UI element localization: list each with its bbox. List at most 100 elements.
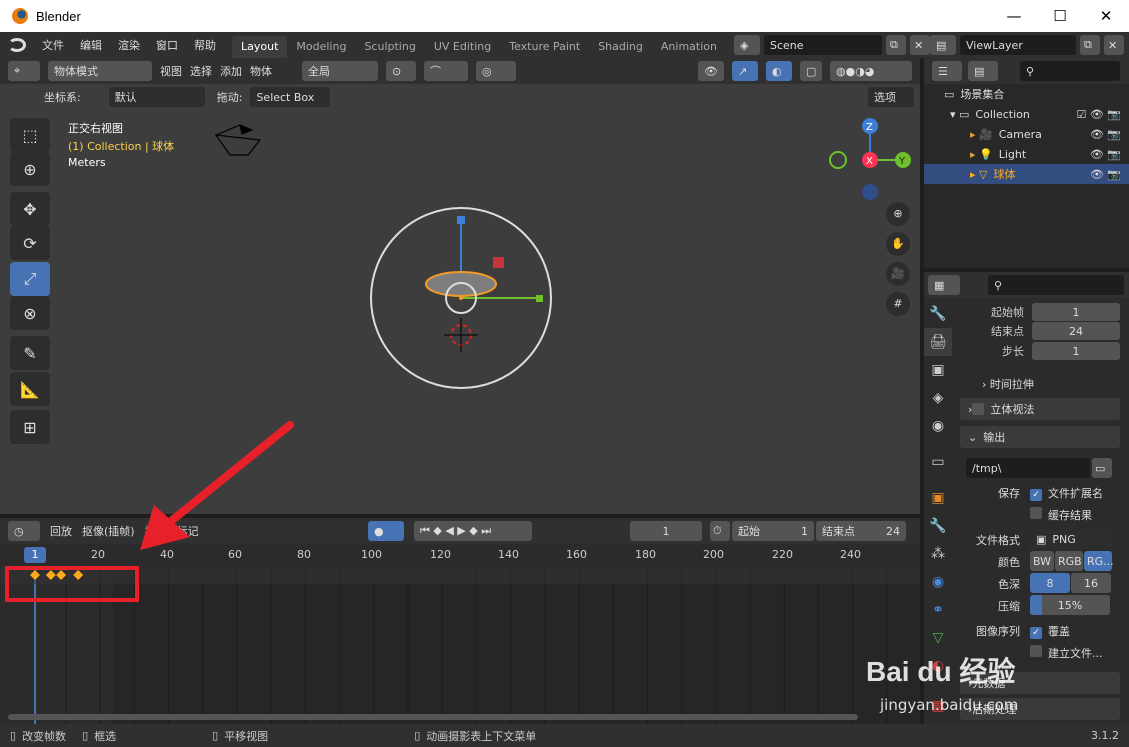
outliner-search[interactable]: ⚲ bbox=[1020, 61, 1120, 81]
outliner-row-collection[interactable]: ▾ ▭ Collection ☑ 👁 📷 bbox=[924, 104, 1129, 124]
sphere-toggles-icon[interactable]: 👁 📷 bbox=[1090, 168, 1121, 181]
outliner-row-camera[interactable]: ▸ 🎥 Camera 👁 📷 bbox=[924, 124, 1129, 144]
menu-select[interactable]: 选择 bbox=[190, 63, 212, 79]
overwrite-checkbox[interactable]: ✓ bbox=[1030, 627, 1042, 639]
color-rgb-button[interactable]: RGB bbox=[1055, 551, 1083, 571]
coord-select[interactable]: 默认 bbox=[108, 87, 205, 107]
drag-select[interactable]: Select Box bbox=[250, 87, 331, 107]
viewlayer-icon[interactable]: ▤ bbox=[930, 35, 956, 55]
start-frame-field[interactable]: 起始 1 bbox=[732, 521, 814, 541]
row-toggles-icon[interactable]: ☑ 👁 📷 bbox=[1076, 108, 1121, 121]
properties-editor-icon[interactable]: ▦ bbox=[928, 275, 960, 295]
scene-copy-icon[interactable]: ⧉ bbox=[886, 35, 906, 55]
stereoscopy-checkbox[interactable] bbox=[972, 403, 985, 415]
timeline-editor-icon[interactable]: ◷ bbox=[8, 521, 40, 541]
output-tab-icon[interactable]: 🖨 bbox=[924, 328, 952, 356]
pivot-icon[interactable]: ⊙ bbox=[386, 61, 416, 81]
camera-toggles-icon[interactable]: 👁 📷 bbox=[1090, 128, 1121, 141]
placeholder-checkbox[interactable] bbox=[1030, 645, 1042, 657]
light-toggles-icon[interactable]: 👁 📷 bbox=[1090, 148, 1121, 161]
modifier-tab-icon[interactable]: 🔧 bbox=[924, 512, 952, 540]
physics-tab-icon[interactable]: ◉ bbox=[924, 568, 952, 596]
viewlayer-close-icon[interactable]: ✕ bbox=[1104, 35, 1124, 55]
frame-end-field[interactable]: 24 bbox=[1032, 322, 1120, 340]
viewlayer-field[interactable]: ViewLayer bbox=[960, 35, 1076, 55]
view-layer-tab-icon[interactable]: ▣ bbox=[924, 356, 952, 384]
stopwatch-icon[interactable]: ⏱ bbox=[710, 521, 730, 541]
format-select[interactable]: ▣ PNG bbox=[1030, 529, 1112, 549]
scene-tab-icon[interactable]: ◈ bbox=[924, 384, 952, 412]
close-button[interactable]: ✕ bbox=[1083, 0, 1129, 32]
tab-animation[interactable]: Animation bbox=[652, 36, 726, 58]
placeholder-option[interactable]: 建立文件... bbox=[1030, 645, 1103, 661]
visibility-icon[interactable]: 👁 bbox=[698, 61, 724, 81]
shading-modes[interactable]: ◍●◑◕ bbox=[830, 61, 912, 81]
constraints-tab-icon[interactable]: ⚭ bbox=[924, 596, 952, 624]
file-ext-checkbox[interactable]: ✓ bbox=[1030, 489, 1042, 501]
tab-sculpting[interactable]: Sculpting bbox=[355, 36, 424, 58]
viewlayer-copy-icon[interactable]: ⧉ bbox=[1080, 35, 1100, 55]
minimize-button[interactable]: — bbox=[991, 0, 1037, 32]
camera-view-icon[interactable]: 🎥 bbox=[886, 262, 910, 286]
color-bw-button[interactable]: BW bbox=[1030, 551, 1054, 571]
folder-icon[interactable]: ▭ bbox=[1092, 458, 1112, 478]
tab-layout[interactable]: Layout bbox=[232, 36, 288, 58]
cache-checkbox[interactable] bbox=[1030, 507, 1042, 519]
overlay-toggle-icon[interactable]: ◐ bbox=[766, 61, 792, 81]
data-tab-icon[interactable]: ▽ bbox=[924, 624, 952, 652]
mode-select[interactable]: 物体模式 bbox=[48, 61, 152, 81]
tool-tab-icon[interactable]: 🔧 bbox=[924, 300, 952, 328]
scene-collection-row[interactable]: ▭ 场景集合 bbox=[924, 84, 1129, 104]
output-panel[interactable]: ⌄ 输出 bbox=[960, 426, 1120, 448]
scene-icon[interactable]: ◈ bbox=[734, 35, 760, 55]
world-tab-icon[interactable]: ◉ bbox=[924, 412, 952, 440]
display-mode-icon[interactable]: ▤ bbox=[968, 61, 998, 81]
outliner-row-sphere[interactable]: ▸ ▽ 球体 👁 📷 bbox=[924, 164, 1129, 184]
menu-edit[interactable]: 编辑 bbox=[72, 37, 110, 53]
step-field[interactable]: 1 bbox=[1032, 342, 1120, 360]
scene-field[interactable]: Scene bbox=[764, 35, 882, 55]
menu-playback[interactable]: 回放 bbox=[50, 523, 72, 539]
frame-start-field[interactable]: 1 bbox=[1032, 303, 1120, 321]
blender-menu-icon[interactable] bbox=[8, 38, 26, 52]
menu-object[interactable]: 物体 bbox=[250, 63, 272, 79]
outliner-editor-icon[interactable]: ☰ bbox=[932, 61, 962, 81]
proportional-edit-icon[interactable]: ◎ bbox=[476, 61, 516, 81]
editor-type-icon[interactable]: ⌖ bbox=[8, 61, 40, 81]
options-button[interactable]: 选项 bbox=[868, 87, 914, 107]
depth-group[interactable]: 8 16 bbox=[1030, 573, 1111, 593]
menu-help[interactable]: 帮助 bbox=[186, 37, 224, 53]
particles-tab-icon[interactable]: ⁂ bbox=[924, 540, 952, 568]
depth-16-button[interactable]: 16 bbox=[1071, 573, 1111, 593]
playhead-label[interactable]: 1 bbox=[24, 547, 46, 563]
overwrite-option[interactable]: ✓ 覆盖 bbox=[1030, 623, 1070, 639]
menu-add[interactable]: 添加 bbox=[220, 63, 242, 79]
compress-slider[interactable]: 15% bbox=[1030, 595, 1110, 615]
color-rgba-button[interactable]: RG... bbox=[1084, 551, 1114, 571]
orientation-select[interactable]: 全局 bbox=[302, 61, 378, 81]
current-frame-field[interactable]: 1 bbox=[630, 521, 702, 541]
tab-shading[interactable]: Shading bbox=[589, 36, 652, 58]
time-stretch-panel[interactable]: › 时间拉伸 bbox=[982, 376, 1034, 392]
playback-controls[interactable]: ⏮ ◆ ◀ ▶ ◆ ⏭ bbox=[414, 521, 532, 541]
grid-toggle-icon[interactable]: # bbox=[886, 292, 910, 316]
pan-hand-icon[interactable]: ✋ bbox=[886, 232, 910, 256]
outliner[interactable]: ☰ ▤ ⚲ ▭ 场景集合 ▾ ▭ Collection ☑ 👁 📷 ▸ 🎥 Camera… bbox=[924, 58, 1129, 268]
menu-view[interactable]: 视图 bbox=[160, 63, 182, 79]
scene-close-icon[interactable]: ✕ bbox=[910, 35, 930, 55]
menu-file[interactable]: 文件 bbox=[34, 37, 72, 53]
xray-icon[interactable]: ▢ bbox=[800, 61, 822, 81]
collection-tab-icon[interactable]: ▭ bbox=[924, 448, 952, 476]
gizmo-toggle-icon[interactable]: ↗ bbox=[732, 61, 758, 81]
cache-option[interactable]: 缓存结果 bbox=[1030, 507, 1092, 523]
color-mode-group[interactable]: BW RGB RG... bbox=[1030, 551, 1114, 571]
outliner-row-light[interactable]: ▸ 💡 Light 👁 📷 bbox=[924, 144, 1129, 164]
tab-uv-editing[interactable]: UV Editing bbox=[425, 36, 500, 58]
zoom-icon[interactable]: ⊕ bbox=[886, 202, 910, 226]
record-icon[interactable]: ● bbox=[368, 521, 404, 541]
tab-texture-paint[interactable]: Texture Paint bbox=[500, 36, 589, 58]
snap-icon[interactable]: ⌒ bbox=[424, 61, 468, 81]
object-tab-icon[interactable]: ▣ bbox=[924, 484, 952, 512]
tab-modeling[interactable]: Modeling bbox=[287, 36, 355, 58]
end-frame-field[interactable]: 结束点 24 bbox=[816, 521, 906, 541]
